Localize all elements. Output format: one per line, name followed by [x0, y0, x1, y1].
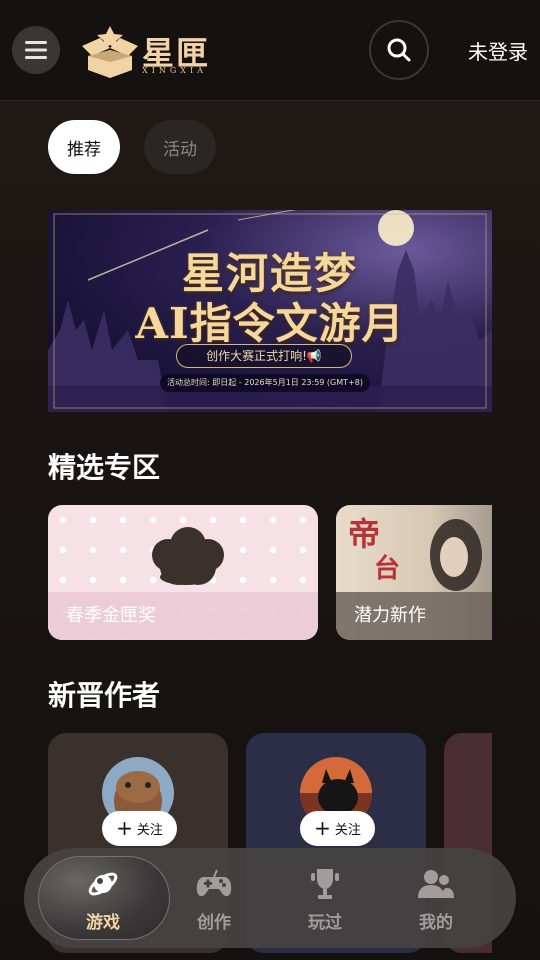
event-banner[interactable]: 星河造梦 AI指令文游月 创作大赛正式打响!📢 活动总时间: 即日起 - 202… — [48, 210, 492, 412]
tab-recommend[interactable]: 推荐 — [48, 120, 120, 174]
users-icon — [418, 870, 454, 898]
nav-item-create[interactable]: 创作 — [169, 866, 259, 936]
banner-time: 活动总时间: 即日起 - 2026年5月1日 23:59 (GMT+8) — [160, 374, 370, 392]
plus-icon: + — [314, 815, 331, 840]
nav-item-games[interactable]: 游戏 — [58, 866, 148, 936]
follow-label: 关注 — [334, 823, 361, 838]
featured-card-spring-award[interactable]: 春季金匣奖 — [48, 505, 318, 640]
follow-label: 关注 — [136, 823, 163, 838]
banner-subtitle: 创作大赛正式打响!📢 — [176, 344, 352, 368]
trophy-icon — [311, 869, 339, 899]
search-button[interactable] — [369, 20, 429, 80]
login-link[interactable]: 未登录 — [468, 36, 528, 65]
nav-label: 创作 — [197, 913, 231, 933]
featured-section-title: 精选专区 — [48, 451, 161, 484]
plus-icon: + — [116, 815, 133, 840]
featured-card-label: 潜力新作 — [354, 605, 426, 626]
svg-text:台: 台 — [374, 553, 400, 584]
box-star-icon — [82, 26, 138, 78]
app-logo[interactable]: 星匣 XINGXIA — [78, 24, 218, 80]
banner-title-line2: AI指令文游月 — [135, 299, 405, 348]
nav-label: 玩过 — [308, 913, 342, 933]
nav-label: 我的 — [419, 913, 453, 933]
search-icon — [387, 38, 411, 62]
logo-subtext: XINGXIA — [142, 66, 207, 75]
authors-section-title: 新晋作者 — [48, 679, 161, 712]
nav-item-played[interactable]: 玩过 — [280, 866, 370, 936]
featured-card-label: 春季金匣奖 — [66, 605, 156, 626]
follow-button[interactable]: + 关注 — [300, 811, 375, 846]
bottom-navigation: 游戏 创作 玩过 我的 — [24, 848, 516, 948]
svg-text:帝: 帝 — [348, 515, 380, 553]
tab-activity[interactable]: 活动 — [144, 120, 216, 174]
gamepad-icon — [196, 869, 232, 897]
follow-button[interactable]: + 关注 — [102, 811, 177, 846]
nav-item-profile[interactable]: 我的 — [391, 866, 481, 936]
featured-card-new-works[interactable]: 帝 台 潜力新作 — [336, 505, 492, 640]
hamburger-icon — [25, 41, 47, 59]
nav-label: 游戏 — [86, 913, 120, 933]
menu-button[interactable] — [12, 26, 60, 74]
app-header: 星匣 XINGXIA 未登录 — [0, 0, 540, 101]
planet-icon — [88, 872, 118, 896]
